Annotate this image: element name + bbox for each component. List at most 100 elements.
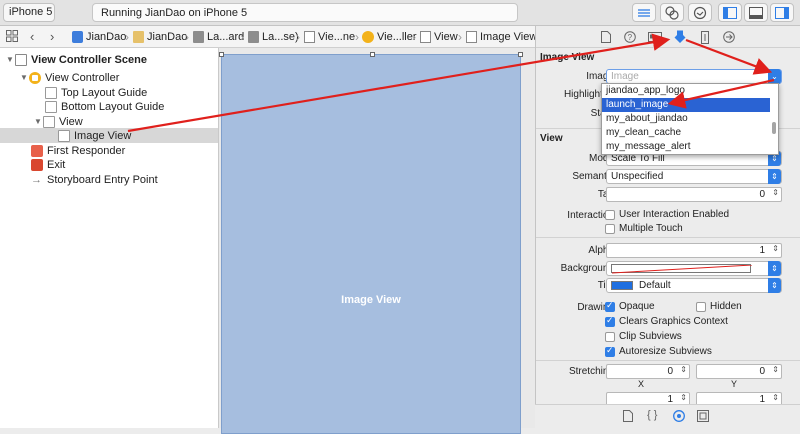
hidden-checkbox[interactable] [696, 302, 706, 312]
image-view-icon [58, 129, 70, 142]
dropdown-item[interactable]: my_message_alert [602, 140, 770, 154]
dropdown-item[interactable]: my_about_jiandao [602, 112, 770, 126]
autoresize-checkbox[interactable] [605, 345, 615, 357]
exit-icon [31, 158, 43, 171]
stepper-icon[interactable]: ⇕ [680, 365, 687, 374]
stretch-y-caption: Y [731, 379, 738, 389]
object-library-icon[interactable] [673, 410, 685, 425]
dropdown-item[interactable]: jiandao_app_logo [602, 84, 770, 98]
tag-value: 0 [759, 189, 765, 200]
outline-image-view-row[interactable]: Image View [0, 128, 218, 143]
multiple-touch-checkbox[interactable] [605, 224, 615, 234]
breadcrumb-separator: › [185, 30, 189, 44]
resize-handle[interactable] [370, 52, 375, 57]
resize-handle[interactable] [219, 52, 224, 57]
size-inspector-icon[interactable] [697, 29, 713, 45]
outline-entry-point-row[interactable]: → Storyboard Entry Point [0, 172, 218, 187]
view-controller-icon [29, 71, 41, 84]
dropdown-item[interactable]: my_clean_cache [602, 126, 770, 140]
outline-view-controller-row[interactable]: ▼ View Controller [0, 70, 218, 85]
outline-bottom-guide-row[interactable]: Bottom Layout Guide [0, 99, 218, 114]
left-panel-icon [723, 6, 737, 19]
stretch-x-caption: X [638, 379, 645, 389]
tint-color-popup[interactable]: Default ⇕ [606, 278, 782, 293]
chevron-updown-icon: ⇕ [768, 169, 781, 184]
dropdown-scrollbar[interactable] [772, 122, 776, 134]
image-combo-input[interactable]: Image ⌄ [606, 69, 782, 84]
breadcrumb-storyboard[interactable]: La...ard [193, 28, 244, 46]
scheme-selector[interactable]: iPhone 5 [3, 3, 55, 22]
clip-subviews-checkbox[interactable] [605, 332, 615, 342]
navigator-toggle-button[interactable] [718, 3, 742, 22]
stepper-icon[interactable]: ⇕ [680, 393, 687, 402]
semantic-popup[interactable]: Unspecified ⇕ [606, 169, 782, 184]
outline-scene-row[interactable]: ▼ View Controller Scene [0, 52, 218, 67]
outline-view-row[interactable]: ▼ View [0, 114, 218, 129]
disclosure-triangle-icon[interactable]: ▼ [20, 73, 29, 82]
scene-icon [304, 31, 315, 43]
breadcrumb-group[interactable]: JianDao [133, 28, 187, 46]
view-icon [43, 115, 55, 128]
identity-inspector-icon[interactable] [647, 29, 663, 45]
version-icon [693, 6, 707, 19]
entry-arrow-icon: → [31, 173, 42, 186]
stepper-icon[interactable]: ⇕ [772, 188, 779, 197]
breadcrumb-view-controller[interactable]: Vie...ller [362, 28, 417, 46]
toolbar: iPhone 5 Running JianDao on iPhone 5 [0, 0, 800, 26]
hidden-label: Hidden [710, 301, 742, 312]
code-snippet-icon[interactable]: { } [647, 409, 657, 421]
tag-field[interactable]: 0 ⇕ [606, 187, 782, 202]
breadcrumb-view[interactable]: View [420, 28, 458, 46]
breadcrumb-project[interactable]: JianDao [72, 28, 126, 46]
stepper-icon[interactable]: ⇕ [772, 244, 779, 253]
breadcrumb-image-view[interactable]: Image View [466, 28, 537, 46]
assistant-editor-button[interactable] [660, 3, 684, 22]
utilities-toggle-button[interactable] [770, 3, 794, 22]
dropdown-item-selected[interactable]: launch_image [602, 98, 770, 112]
folder-icon [133, 31, 144, 43]
stretch-x-field[interactable]: 0 ⇕ [606, 364, 690, 379]
help-inspector-icon[interactable]: ? [622, 29, 638, 45]
opaque-checkbox[interactable] [605, 300, 615, 312]
first-responder-icon [31, 144, 43, 157]
outline-top-guide-row[interactable]: Top Layout Guide [0, 85, 218, 100]
image-view-section-title: Image View [540, 52, 595, 63]
storyboard-canvas[interactable]: Image View [219, 48, 535, 434]
background-color-popup[interactable]: ⇕ [606, 261, 782, 276]
activity-status: Running JianDao on iPhone 5 [92, 3, 518, 22]
clears-graphics-checkbox[interactable] [605, 315, 615, 327]
attributes-inspector-icon[interactable] [672, 29, 688, 45]
media-library-icon[interactable] [697, 410, 709, 425]
disclosure-triangle-icon[interactable]: ▼ [6, 55, 15, 64]
file-template-icon[interactable] [623, 410, 633, 425]
image-dropdown-list[interactable]: jiandao_app_logo launch_image my_about_j… [601, 83, 779, 155]
user-interaction-checkbox[interactable] [605, 210, 615, 220]
related-items-icon[interactable] [6, 30, 18, 45]
alpha-field[interactable]: 1 ⇕ [606, 243, 782, 258]
resize-handle[interactable] [518, 52, 523, 57]
breadcrumb-base[interactable]: La...se) [248, 28, 299, 46]
version-editor-button[interactable] [688, 3, 712, 22]
forward-arrow-icon[interactable]: › [50, 29, 54, 44]
outline-exit-row[interactable]: Exit [0, 157, 218, 172]
stepper-icon[interactable]: ⇕ [772, 365, 779, 374]
breadcrumb-scene[interactable]: Vie...ne [304, 28, 355, 46]
stepper-icon[interactable]: ⇕ [772, 393, 779, 402]
chevron-updown-icon: ⇕ [768, 278, 781, 293]
standard-editor-button[interactable] [632, 3, 656, 22]
breadcrumb-separator: › [355, 30, 359, 44]
chevron-updown-icon: ⇕ [768, 261, 781, 276]
file-inspector-icon[interactable] [598, 29, 614, 45]
tint-swatch [611, 281, 633, 290]
disclosure-triangle-icon[interactable]: ▼ [34, 117, 43, 126]
connections-inspector-icon[interactable] [721, 29, 737, 45]
chevron-down-icon[interactable]: ⌄ [768, 69, 781, 84]
stretch-x-value: 0 [667, 366, 673, 377]
debug-area-toggle-button[interactable] [744, 3, 768, 22]
view-controller-icon [362, 31, 374, 43]
lines-icon [638, 8, 650, 17]
stretch-y-field[interactable]: 0 ⇕ [696, 364, 782, 379]
outline-first-responder-row[interactable]: First Responder [0, 143, 218, 158]
image-view-canvas-element[interactable]: Image View [219, 52, 523, 434]
back-arrow-icon[interactable]: ‹ [30, 29, 34, 44]
